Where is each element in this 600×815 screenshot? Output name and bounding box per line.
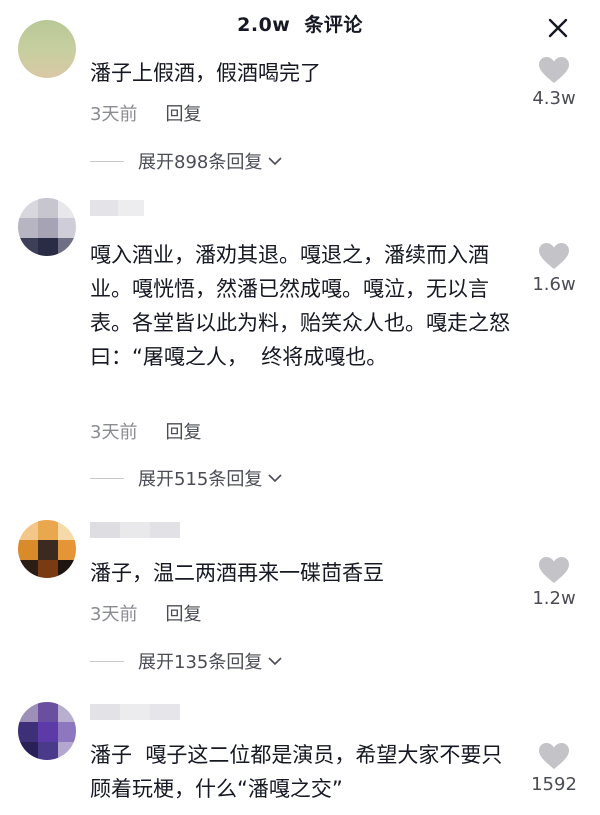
like-count: 1592	[531, 774, 577, 795]
expand-replies-button[interactable]: 展开515条回复	[90, 465, 282, 491]
comment-meta: 3天前 回复	[90, 418, 201, 444]
divider-line	[90, 660, 124, 662]
avatar[interactable]	[18, 520, 76, 578]
like-button[interactable]: 1.2w	[526, 556, 582, 609]
avatar[interactable]	[18, 20, 76, 78]
username-mosaic	[90, 522, 180, 538]
comment-text: 潘子，温二两酒再来一碟茴香豆	[90, 561, 384, 585]
comment-count: 2.0w	[237, 14, 291, 36]
comment-title-label: 条评论	[304, 14, 363, 36]
divider-line	[90, 477, 124, 479]
reply-button[interactable]: 回复	[165, 604, 201, 625]
divider-line	[90, 160, 124, 162]
avatar[interactable]	[18, 198, 76, 256]
comment-text: 嘎入酒业，潘劝其退。嘎退之，潘续而入酒业。嘎恍悟，然潘已然成嘎。嘎泣，无以言表。…	[90, 243, 510, 369]
avatar-mosaic	[18, 198, 76, 256]
heart-icon[interactable]	[538, 242, 570, 270]
username-mosaic	[90, 704, 180, 720]
heart-icon[interactable]	[538, 56, 570, 84]
avatar[interactable]	[18, 702, 76, 760]
expand-replies-label: 展开515条回复	[138, 469, 263, 490]
reply-button[interactable]: 回复	[165, 104, 201, 125]
like-button[interactable]: 1.6w	[526, 242, 582, 295]
heart-icon[interactable]	[538, 556, 570, 584]
like-button[interactable]: 1592	[526, 742, 582, 795]
reply-button[interactable]: 回复	[165, 422, 201, 443]
chevron-down-icon	[268, 474, 282, 483]
comment-text: 潘子上假酒，假酒喝完了	[90, 61, 321, 85]
expand-replies-label: 展开135条回复	[138, 652, 263, 673]
like-count: 4.3w	[532, 88, 576, 109]
comment-text: 潘子 嘎子这二位都是演员，希望大家不要只顾着玩梗，什么“潘嘎之交”	[90, 743, 503, 801]
comments-header: 2.0w 条评论	[0, 0, 600, 46]
close-icon[interactable]	[546, 16, 570, 40]
comment-time: 3天前	[90, 604, 138, 625]
chevron-down-icon	[268, 157, 282, 166]
comment-meta: 3天前 回复	[90, 600, 201, 626]
like-count: 1.2w	[532, 588, 576, 609]
expand-replies-button[interactable]: 展开898条回复	[90, 148, 282, 174]
comments-title: 2.0w 条评论	[0, 10, 600, 37]
like-count: 1.6w	[532, 274, 576, 295]
expand-replies-label: 展开898条回复	[138, 152, 263, 173]
like-button[interactable]: 4.3w	[526, 56, 582, 109]
comment-meta: 3天前 回复	[90, 100, 201, 126]
avatar-mosaic	[18, 702, 76, 760]
chevron-down-icon	[268, 657, 282, 666]
comment-time: 3天前	[90, 422, 138, 443]
username-mosaic	[90, 200, 144, 216]
heart-icon[interactable]	[538, 742, 570, 770]
comment-time: 3天前	[90, 104, 138, 125]
avatar-mosaic	[18, 520, 76, 578]
expand-replies-button[interactable]: 展开135条回复	[90, 648, 282, 674]
